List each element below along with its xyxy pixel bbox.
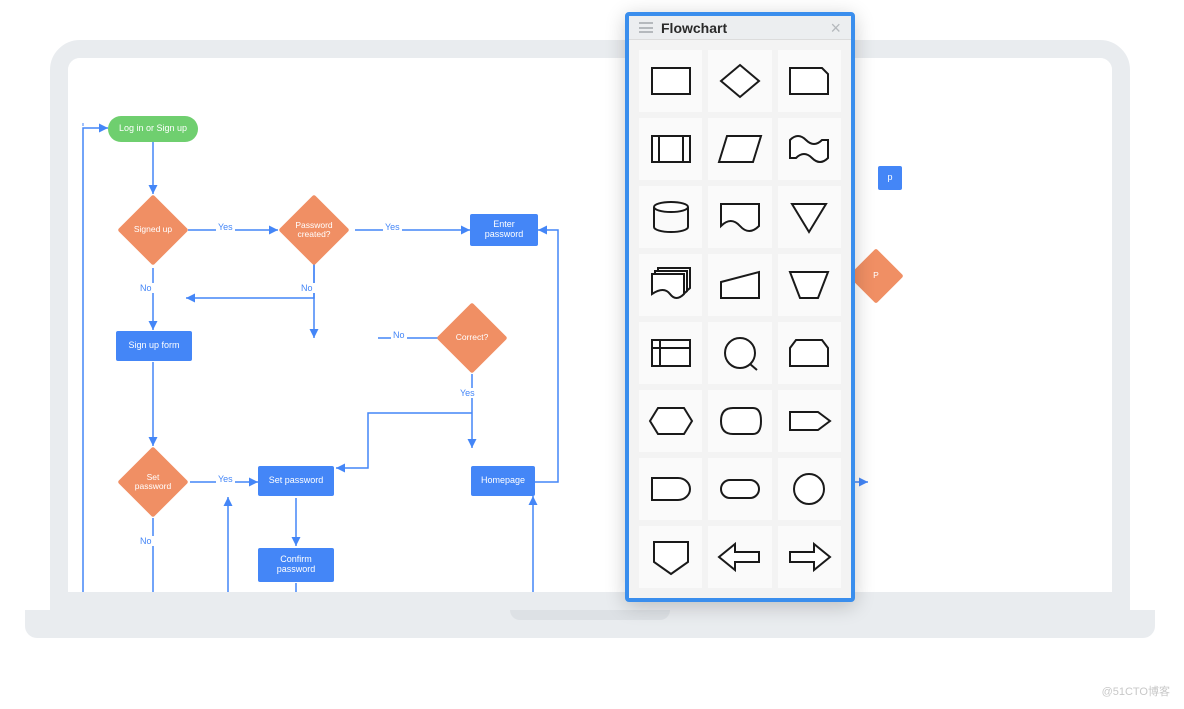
node-enter-password[interactable]: Enter password: [470, 214, 538, 246]
edge-no-2: No: [391, 330, 407, 340]
shape-rectangle[interactable]: [639, 50, 702, 112]
flow-connectors: [68, 58, 1112, 592]
shape-circle[interactable]: [778, 458, 841, 520]
shape-delay[interactable]: [639, 458, 702, 520]
shape-parallelogram[interactable]: [708, 118, 771, 180]
node-signed-up[interactable]: Signed up: [117, 194, 189, 266]
laptop-frame: Log in or Sign up Signed up Yes No Passw…: [50, 40, 1130, 680]
shape-wave[interactable]: [778, 118, 841, 180]
edge-yes-2: Yes: [383, 222, 402, 232]
shape-preparation[interactable]: [639, 390, 702, 452]
shape-database[interactable]: [639, 186, 702, 248]
watermark: @51CTO博客: [1102, 683, 1170, 699]
shape-offpage[interactable]: [639, 526, 702, 588]
shape-label[interactable]: [778, 390, 841, 452]
edge-no: No: [138, 283, 154, 293]
node-password-created[interactable]: Password created?: [278, 194, 350, 266]
shape-internal-storage[interactable]: [639, 322, 702, 384]
edge-no-4: No: [138, 536, 154, 546]
camera-dot: [586, 45, 594, 53]
close-icon[interactable]: ×: [830, 19, 841, 37]
node-p-decision[interactable]: P: [848, 248, 904, 304]
shape-triangle-down[interactable]: [778, 186, 841, 248]
node-confirm-password[interactable]: Confirm password: [258, 548, 334, 582]
node-sign-up-form[interactable]: Sign up form: [116, 331, 192, 361]
palette-header[interactable]: Flowchart ×: [629, 16, 851, 40]
node-homepage[interactable]: Homepage: [471, 466, 535, 496]
shape-multi-document[interactable]: [639, 254, 702, 316]
node-correct[interactable]: Correct?: [436, 302, 508, 374]
shape-diamond[interactable]: [708, 50, 771, 112]
laptop-base: [25, 610, 1155, 638]
node-start[interactable]: Log in or Sign up: [108, 116, 198, 142]
laptop-screen: Log in or Sign up Signed up Yes No Passw…: [50, 40, 1130, 610]
shape-arrow-left[interactable]: [708, 526, 771, 588]
edge-yes-3: Yes: [458, 388, 477, 398]
shape-card[interactable]: [778, 50, 841, 112]
palette-title: Flowchart: [661, 20, 822, 36]
shape-circle-loop[interactable]: [708, 322, 771, 384]
node-p-box[interactable]: p: [878, 166, 902, 190]
edge-yes: Yes: [216, 222, 235, 232]
edge-yes-4: Yes: [216, 474, 235, 484]
flowchart-canvas[interactable]: Log in or Sign up Signed up Yes No Passw…: [68, 58, 1112, 592]
shape-subprocess[interactable]: [639, 118, 702, 180]
node-set-password[interactable]: Set password: [258, 466, 334, 496]
shape-loop-limit[interactable]: [778, 322, 841, 384]
edge-no-3: No: [299, 283, 315, 293]
shape-terminator[interactable]: [708, 458, 771, 520]
shape-display[interactable]: [708, 390, 771, 452]
shape-document[interactable]: [708, 186, 771, 248]
shape-palette[interactable]: Flowchart ×: [625, 12, 855, 602]
hamburger-icon[interactable]: [639, 22, 653, 33]
shape-arrow-right[interactable]: [778, 526, 841, 588]
palette-grid: [629, 40, 851, 598]
shape-manual-input[interactable]: [708, 254, 771, 316]
node-set-password-decision[interactable]: Set password: [117, 446, 189, 518]
shape-trapezoid[interactable]: [778, 254, 841, 316]
